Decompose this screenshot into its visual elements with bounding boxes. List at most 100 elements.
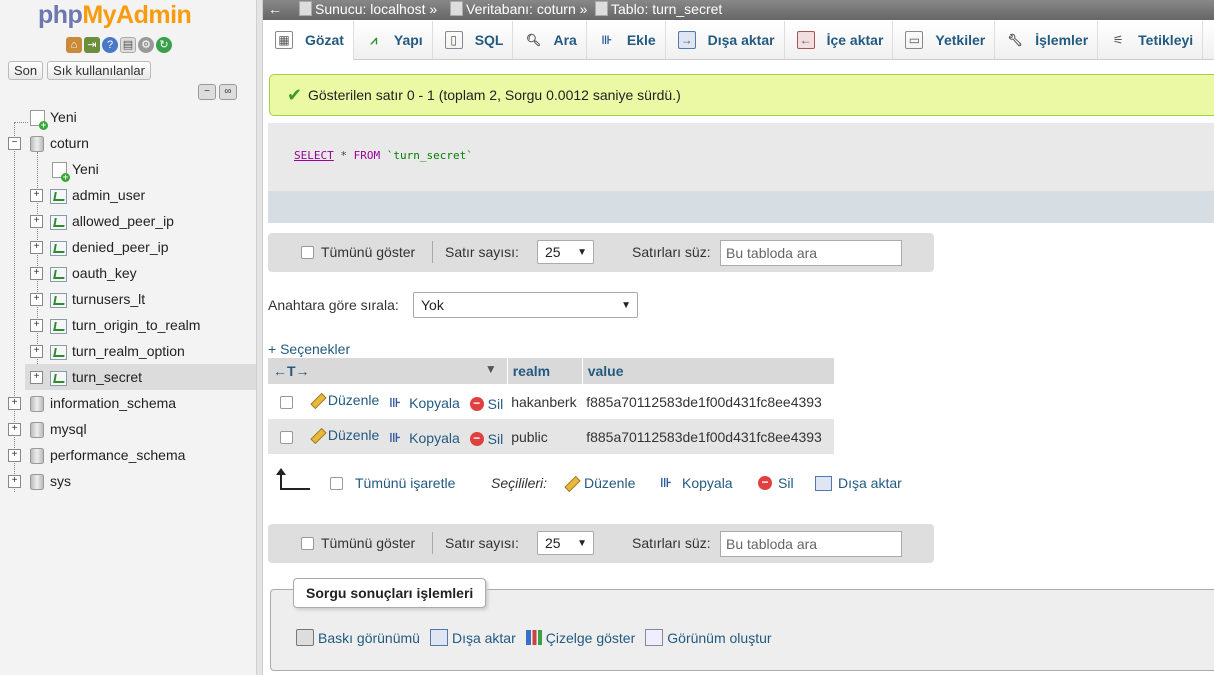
column-resize-icon[interactable]: ←T→ xyxy=(273,363,310,379)
bulk-export-button[interactable]: Dışa aktar xyxy=(815,475,902,491)
sort-by-key-select[interactable]: Yok ▼ xyxy=(413,292,638,318)
back-arrow-icon[interactable]: ← xyxy=(268,0,282,18)
cell-value[interactable]: f885a70112583de1f00d431fc8ee4393 xyxy=(582,384,835,419)
table-icon[interactable] xyxy=(50,267,67,282)
table-icon[interactable] xyxy=(50,319,67,334)
tree-item-table[interactable]: + admin_user xyxy=(0,182,256,208)
expand-icon[interactable]: + xyxy=(8,475,21,488)
tree-item-table[interactable]: + denied_peer_ip xyxy=(0,234,256,260)
reload-icon[interactable]: ↻ xyxy=(156,37,172,53)
export-link[interactable]: Dışa aktar xyxy=(429,629,516,646)
expand-icon[interactable]: + xyxy=(8,449,21,462)
favorites-button[interactable]: Sık kullanılanlar xyxy=(47,61,151,80)
table-icon[interactable] xyxy=(50,371,67,386)
tree-item-table[interactable]: + turn_realm_option xyxy=(0,338,256,364)
expand-icon[interactable]: + xyxy=(30,319,43,332)
panel-resize-handle[interactable] xyxy=(256,0,262,675)
expand-icon[interactable]: + xyxy=(8,423,21,436)
cell-value[interactable]: f885a70112583de1f00d431fc8ee4393 xyxy=(582,419,835,454)
expand-icon[interactable]: + xyxy=(30,293,43,306)
row-count-select[interactable]: 25 ▼ xyxy=(537,531,594,555)
cell-realm[interactable]: public xyxy=(507,419,583,454)
expand-icon[interactable]: + xyxy=(30,267,43,280)
tab-privileges[interactable]: ▭ Yetkiler xyxy=(893,21,996,59)
check-all-label[interactable]: Tümünü işaretle xyxy=(355,475,455,491)
row-delete-button[interactable]: − Sil xyxy=(469,431,503,447)
link-with-main-icon[interactable]: ∞ xyxy=(219,84,237,100)
tree-item-database[interactable]: + information_schema xyxy=(0,390,256,416)
row-count-select[interactable]: 25 ▼ xyxy=(537,240,594,264)
check-all-checkbox[interactable] xyxy=(330,476,343,490)
table-icon[interactable] xyxy=(50,293,67,308)
row-edit-button[interactable]: Düzenle xyxy=(310,392,379,408)
tree-item-database[interactable]: + mysql xyxy=(0,416,256,442)
tree-item-new[interactable]: Yeni xyxy=(0,104,256,130)
tree-item-database[interactable]: + sys xyxy=(0,468,256,494)
table-icon[interactable] xyxy=(50,215,67,230)
expand-icon[interactable]: + xyxy=(30,189,43,202)
exit-icon[interactable]: ⇥ xyxy=(84,37,100,53)
row-copy-button[interactable]: ⊪ Kopyala xyxy=(389,430,460,446)
tree-item-table[interactable]: + allowed_peer_ip xyxy=(0,208,256,234)
tab-triggers[interactable]: ⚟ Tetikleyi xyxy=(1098,21,1204,59)
filter-rows-label: Satırları süz: xyxy=(632,535,711,551)
docs-icon[interactable]: ▤ xyxy=(120,37,136,53)
table-icon[interactable] xyxy=(50,189,67,204)
tree-item-database[interactable]: + performance_schema xyxy=(0,442,256,468)
tree-item-table[interactable]: + turn_origin_to_realm xyxy=(0,312,256,338)
filter-rows-input[interactable]: Bu tabloda ara xyxy=(720,531,902,557)
print-view-link[interactable]: Baskı görünümü xyxy=(296,629,420,646)
tree-item-coturn-new[interactable]: Yeni xyxy=(0,156,256,182)
tab-browse[interactable]: ▦ Gözat xyxy=(263,21,354,60)
recent-button[interactable]: Son xyxy=(8,61,44,80)
cell-realm[interactable]: hakanberk xyxy=(507,384,583,419)
bulk-edit-button[interactable]: Düzenle xyxy=(564,475,635,491)
expand-icon[interactable]: + xyxy=(30,215,43,228)
tab-export[interactable]: → Dışa aktar xyxy=(666,21,785,59)
table-header-row: ←T→ ▼ realm value xyxy=(268,358,835,384)
tab-structure[interactable]: ⩘ Yapı xyxy=(354,21,433,59)
expand-icon[interactable]: + xyxy=(8,397,21,410)
tree-item-table[interactable]: + oauth_key xyxy=(0,260,256,286)
create-view-link[interactable]: Görünüm oluştur xyxy=(645,629,772,646)
tab-import[interactable]: ← İçe aktar xyxy=(785,21,894,59)
sort-arrow-icon[interactable]: ▼ xyxy=(485,362,497,376)
tab-search[interactable]: 🔍︎ Ara xyxy=(513,21,587,59)
help-icon[interactable]: ? xyxy=(102,37,118,53)
column-header-realm[interactable]: realm xyxy=(507,358,583,384)
row-copy-button[interactable]: ⊪ Kopyala xyxy=(389,395,460,411)
row-delete-button[interactable]: − Sil xyxy=(469,396,503,412)
row-checkbox[interactable] xyxy=(280,395,293,409)
tree-item-table-selected[interactable]: + turn_secret xyxy=(25,364,256,390)
tab-operations[interactable]: 🔧︎ İşlemler xyxy=(995,21,1099,59)
row-edit-button[interactable]: Düzenle xyxy=(310,427,379,443)
collapse-all-icon[interactable]: − xyxy=(198,84,216,100)
breadcrumb-table[interactable]: Tablo: turn_secret xyxy=(595,0,722,18)
settings-icon[interactable]: ⚙ xyxy=(138,37,154,53)
row-checkbox[interactable] xyxy=(280,430,293,444)
tab-sql[interactable]: ▯ SQL xyxy=(433,21,514,59)
table-icon[interactable] xyxy=(50,345,67,360)
home-icon[interactable]: ⌂ xyxy=(66,37,82,53)
expand-icon[interactable]: + xyxy=(30,345,43,358)
options-link[interactable]: + Seçenekler xyxy=(268,341,350,357)
tree-item-table[interactable]: + turnusers_lt xyxy=(0,286,256,312)
bulk-delete-button[interactable]: − Sil xyxy=(758,475,794,491)
table-icon[interactable] xyxy=(50,241,67,256)
phpmyadmin-logo[interactable]: phpMyAdmin xyxy=(38,1,192,30)
check-all-control[interactable]: Tümünü işaretle xyxy=(330,475,455,491)
breadcrumb-database[interactable]: Veritabanı: coturn » xyxy=(450,0,587,18)
sql-query-text[interactable]: SELECT * FROM `turn_secret` xyxy=(294,149,473,162)
display-chart-link[interactable]: Çizelge göster xyxy=(525,629,635,646)
tree-item-coturn[interactable]: − coturn xyxy=(0,130,256,156)
show-all-checkbox[interactable] xyxy=(301,537,314,550)
column-header-value[interactable]: value xyxy=(582,358,835,384)
collapse-icon[interactable]: − xyxy=(8,137,21,150)
show-all-checkbox[interactable] xyxy=(301,246,314,259)
expand-icon[interactable]: + xyxy=(30,371,43,384)
filter-rows-input[interactable]: Bu tabloda ara xyxy=(720,240,902,266)
breadcrumb-server[interactable]: Sunucu: localhost » xyxy=(299,0,437,18)
expand-icon[interactable]: + xyxy=(30,241,43,254)
bulk-copy-button[interactable]: ⊪ Kopyala xyxy=(660,475,733,491)
tab-insert[interactable]: ⊪ Ekle xyxy=(587,21,666,59)
